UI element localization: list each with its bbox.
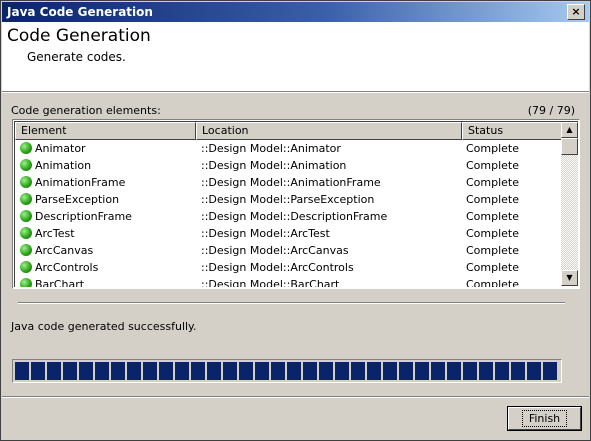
element-location: ::Design Model::Animator bbox=[201, 142, 341, 155]
element-name: BarChart bbox=[35, 278, 85, 287]
progress-bar bbox=[12, 359, 562, 383]
finish-button[interactable]: Finish bbox=[507, 406, 582, 431]
element-location: ::Design Model::ParseException bbox=[201, 193, 375, 206]
elements-list[interactable]: Element Location Status Animator::Design… bbox=[12, 119, 580, 289]
element-location: ::Design Model::DescriptionFrame bbox=[201, 210, 388, 223]
finish-button-label: Finish bbox=[521, 410, 568, 427]
window-title: Java Code Generation bbox=[7, 5, 153, 19]
scroll-thumb[interactable] bbox=[561, 138, 578, 155]
status-green-icon bbox=[20, 142, 32, 154]
list-item[interactable]: DescriptionFrame::Design Model::Descript… bbox=[15, 208, 562, 225]
element-status: Complete bbox=[466, 210, 520, 223]
element-name: Animator bbox=[35, 142, 86, 155]
footer-divider bbox=[2, 396, 589, 398]
element-status: Complete bbox=[466, 278, 520, 287]
element-name: ParseException bbox=[35, 193, 120, 206]
list-item[interactable]: BarChart::Design Model::BarChart Complete bbox=[15, 276, 562, 287]
list-rows: Animator::Design Model::Animator Complete… bbox=[15, 140, 562, 287]
element-status: Complete bbox=[466, 244, 520, 257]
header-divider bbox=[2, 92, 589, 93]
element-status: Complete bbox=[466, 176, 520, 189]
dialog-window: Java Code Generation × Code Generation G… bbox=[0, 0, 591, 441]
element-name: ArcControls bbox=[35, 261, 99, 274]
element-location: ::Design Model::ArcCanvas bbox=[201, 244, 349, 257]
status-green-icon bbox=[20, 261, 32, 273]
element-status: Complete bbox=[466, 193, 520, 206]
title-bar[interactable]: Java Code Generation × bbox=[2, 2, 589, 22]
element-status: Complete bbox=[466, 159, 520, 172]
scroll-down-button[interactable]: ▼ bbox=[561, 270, 578, 286]
scroll-track[interactable] bbox=[561, 155, 578, 270]
list-item[interactable]: ArcTest::Design Model::ArcTest Complete bbox=[15, 225, 562, 242]
scroll-up-button[interactable]: ▲ bbox=[561, 122, 578, 138]
column-header-status[interactable]: Status bbox=[462, 122, 562, 140]
list-label: Code generation elements: bbox=[11, 104, 161, 117]
element-location: ::Design Model::ArcControls bbox=[201, 261, 354, 274]
status-green-icon bbox=[20, 159, 32, 171]
status-green-icon bbox=[20, 193, 32, 205]
element-location: ::Design Model::AnimationFrame bbox=[201, 176, 381, 189]
page-title: Code Generation bbox=[7, 26, 151, 46]
column-header-location[interactable]: Location bbox=[196, 122, 462, 140]
element-name: ArcTest bbox=[35, 227, 75, 240]
element-name: ArcCanvas bbox=[35, 244, 94, 257]
page-subtitle: Generate codes. bbox=[27, 50, 126, 64]
status-green-icon bbox=[20, 210, 32, 222]
element-name: Animation bbox=[35, 159, 92, 172]
status-message: Java code generated successfully. bbox=[11, 320, 197, 333]
list-item[interactable]: ArcCanvas::Design Model::ArcCanvas Comple… bbox=[15, 242, 562, 259]
element-status: Complete bbox=[466, 227, 520, 240]
status-green-icon bbox=[20, 244, 32, 256]
wizard-header: Code Generation Generate codes. bbox=[2, 22, 589, 92]
column-header-element[interactable]: Element bbox=[15, 122, 196, 140]
vertical-scrollbar[interactable]: ▲ ▼ bbox=[561, 122, 578, 286]
element-location: ::Design Model::BarChart bbox=[201, 278, 340, 287]
element-status: Complete bbox=[466, 261, 520, 274]
status-green-icon bbox=[20, 176, 32, 188]
list-item[interactable]: Animation::Design Model::Animation Comple… bbox=[15, 157, 562, 174]
divider bbox=[18, 302, 565, 304]
list-item[interactable]: ParseException::Design Model::ParseExcep… bbox=[15, 191, 562, 208]
close-button[interactable]: × bbox=[567, 4, 585, 20]
element-status: Complete bbox=[466, 142, 520, 155]
element-location: ::Design Model::Animation bbox=[201, 159, 347, 172]
list-item[interactable]: AnimationFrame::Design Model::AnimationF… bbox=[15, 174, 562, 191]
progress-fill bbox=[15, 362, 559, 380]
status-green-icon bbox=[20, 278, 32, 287]
list-count: (79 / 79) bbox=[527, 104, 575, 117]
list-item[interactable]: ArcControls::Design Model::ArcControls Co… bbox=[15, 259, 562, 276]
element-name: DescriptionFrame bbox=[35, 210, 132, 223]
element-location: ::Design Model::ArcTest bbox=[201, 227, 330, 240]
column-headers: Element Location Status bbox=[15, 122, 562, 140]
list-item[interactable]: Animator::Design Model::Animator Complete bbox=[15, 140, 562, 157]
element-name: AnimationFrame bbox=[35, 176, 126, 189]
status-green-icon bbox=[20, 227, 32, 239]
